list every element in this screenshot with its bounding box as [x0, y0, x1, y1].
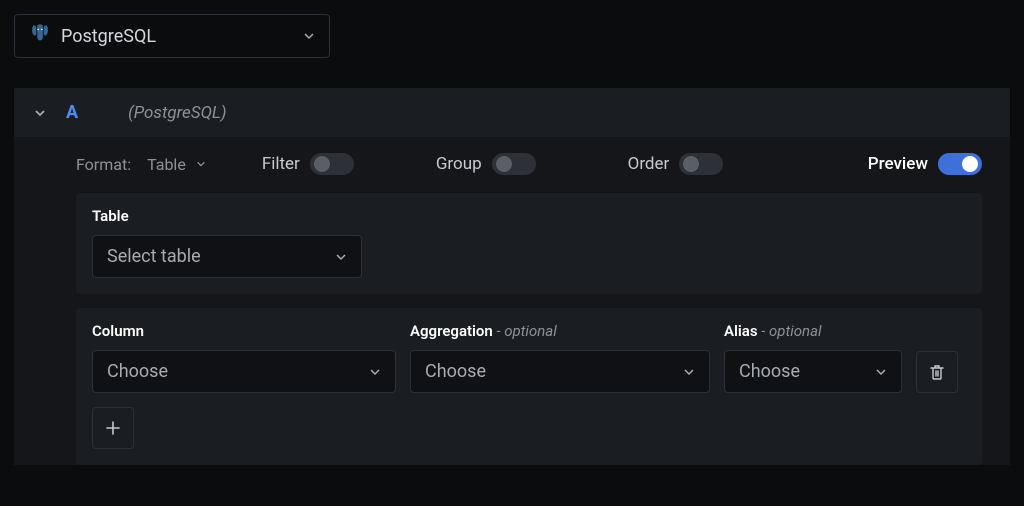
columns-row: Column Choose Aggregation - optional Cho…: [92, 322, 966, 393]
order-toggle-group: Order: [628, 153, 724, 175]
chevron-down-icon: [335, 251, 347, 263]
format-label: Format:: [76, 155, 131, 174]
table-placeholder: Select table: [107, 246, 201, 267]
filter-switch[interactable]: [310, 153, 354, 175]
query-panel: A (PostgreSQL) Format: Table Filter Grou…: [14, 88, 1010, 465]
collapse-toggle[interactable]: [32, 105, 48, 121]
table-label: Table: [92, 207, 966, 225]
query-toolbar: Format: Table Filter Group Order Preview: [14, 137, 1010, 193]
add-row-button[interactable]: [92, 407, 134, 449]
query-source-name: (PostgreSQL): [128, 103, 226, 123]
chevron-down-icon: [875, 366, 887, 378]
column-select[interactable]: Choose: [92, 350, 396, 393]
postgresql-elephant-icon: [29, 23, 51, 49]
group-switch[interactable]: [492, 153, 536, 175]
alias-optional-suffix: - optional: [758, 322, 822, 340]
column-group: Column Choose: [92, 322, 396, 393]
aggregation-optional-suffix: - optional: [493, 322, 557, 340]
order-switch[interactable]: [679, 153, 723, 175]
column-label: Column: [92, 322, 396, 340]
datasource-name: PostgreSQL: [61, 26, 156, 47]
preview-toggle-group: Preview: [868, 153, 982, 175]
aggregation-group: Aggregation - optional Choose: [410, 322, 710, 393]
query-letter[interactable]: A: [66, 102, 78, 123]
filter-label: Filter: [262, 154, 300, 174]
plus-icon: [104, 419, 122, 437]
alias-select[interactable]: Choose: [724, 350, 902, 393]
preview-switch[interactable]: [938, 153, 982, 175]
group-label: Group: [436, 154, 482, 174]
filter-toggle-group: Filter: [262, 153, 354, 175]
trash-icon: [928, 363, 946, 381]
alias-group: Alias - optional Choose: [724, 322, 902, 393]
column-placeholder: Choose: [107, 361, 168, 382]
aggregation-select[interactable]: Choose: [410, 350, 710, 393]
chevron-down-icon: [196, 159, 206, 169]
group-toggle-group: Group: [436, 153, 536, 175]
datasource-picker-left: PostgreSQL: [29, 23, 156, 49]
format-select[interactable]: Table: [147, 155, 206, 174]
delete-row-button[interactable]: [916, 351, 958, 393]
aggregation-label-text: Aggregation: [410, 322, 493, 340]
aggregation-label: Aggregation - optional: [410, 322, 710, 340]
chevron-down-icon: [369, 366, 381, 378]
chevron-down-icon: [303, 27, 315, 46]
datasource-picker[interactable]: PostgreSQL: [14, 14, 330, 58]
aggregation-placeholder: Choose: [425, 361, 486, 382]
order-label: Order: [628, 154, 670, 174]
alias-label: Alias - optional: [724, 322, 902, 340]
columns-section: Column Choose Aggregation - optional Cho…: [76, 308, 982, 465]
table-select[interactable]: Select table: [92, 235, 362, 278]
alias-label-text: Alias: [724, 322, 758, 340]
format-value: Table: [147, 155, 186, 174]
chevron-down-icon: [683, 366, 695, 378]
alias-placeholder: Choose: [739, 361, 800, 382]
preview-label: Preview: [868, 154, 928, 174]
query-header: A (PostgreSQL): [14, 88, 1010, 137]
table-section: Table Select table: [76, 193, 982, 294]
